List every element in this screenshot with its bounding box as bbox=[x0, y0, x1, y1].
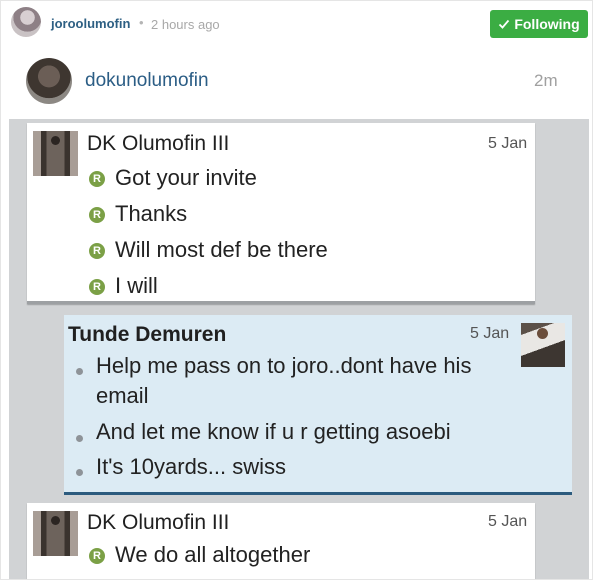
bullet-icon bbox=[76, 368, 83, 375]
check-icon bbox=[499, 19, 510, 29]
read-receipt-icon: R bbox=[89, 171, 105, 187]
bullet-icon bbox=[76, 435, 83, 442]
card-divider bbox=[27, 301, 535, 304]
message-date: 5 Jan bbox=[488, 513, 528, 530]
sender-avatar bbox=[33, 511, 78, 556]
sender-avatar bbox=[521, 323, 565, 367]
chat-message-highlighted: Tunde Demuren 5 Jan Help me pass on to j… bbox=[64, 315, 572, 495]
chat-message: DK Olumofin III 5 Jan R We do all altoge… bbox=[27, 503, 535, 579]
read-receipt-icon: R bbox=[89, 279, 105, 295]
message-line: We do all altogether bbox=[115, 542, 311, 567]
selection-underline bbox=[64, 492, 572, 495]
sender-name: DK Olumofin III bbox=[87, 132, 230, 155]
message-line: I will bbox=[115, 273, 158, 298]
sender-name: Tunde Demuren bbox=[68, 323, 227, 346]
message-line: Thanks bbox=[115, 201, 188, 226]
message-line: It's 10yards... swiss bbox=[96, 454, 287, 479]
instagram-comment-view: joroolumofin • 2 hours ago Following dok… bbox=[0, 0, 593, 580]
read-receipt-icon: R bbox=[89, 207, 105, 223]
separator-dot: • bbox=[139, 15, 144, 30]
read-receipt-icon: R bbox=[89, 243, 105, 259]
message-line: Will most def be there bbox=[115, 237, 328, 262]
message-line: Got your invite bbox=[115, 165, 257, 190]
message-date: 5 Jan bbox=[470, 325, 510, 342]
message-date: 5 Jan bbox=[488, 135, 528, 152]
following-button[interactable]: Following bbox=[490, 10, 588, 38]
post-time: 2 hours ago bbox=[151, 17, 220, 32]
message-line: And let me know if u r getting asoebi bbox=[96, 419, 451, 444]
comment-time: 2m bbox=[534, 71, 558, 90]
sender-avatar bbox=[33, 131, 78, 176]
post-header: joroolumofin • 2 hours ago Following bbox=[1, 1, 592, 45]
commenter-avatar[interactable] bbox=[26, 58, 72, 104]
poster-username[interactable]: joroolumofin bbox=[51, 16, 130, 31]
chat-screenshot-image: DK Olumofin III 5 Jan R Got your invite … bbox=[9, 119, 589, 579]
commenter-username[interactable]: dokunolumofin bbox=[85, 70, 209, 92]
read-receipt-icon: R bbox=[89, 548, 105, 564]
chat-message: DK Olumofin III 5 Jan R Got your invite … bbox=[27, 123, 535, 304]
sender-name: DK Olumofin III bbox=[87, 511, 230, 534]
comment-header: dokunolumofin 2m bbox=[1, 53, 592, 109]
poster-avatar[interactable] bbox=[11, 7, 41, 37]
message-line: email bbox=[96, 383, 149, 408]
message-line: Help me pass on to joro..dont have his bbox=[96, 353, 472, 378]
bullet-icon bbox=[76, 469, 83, 476]
following-label: Following bbox=[514, 16, 580, 32]
